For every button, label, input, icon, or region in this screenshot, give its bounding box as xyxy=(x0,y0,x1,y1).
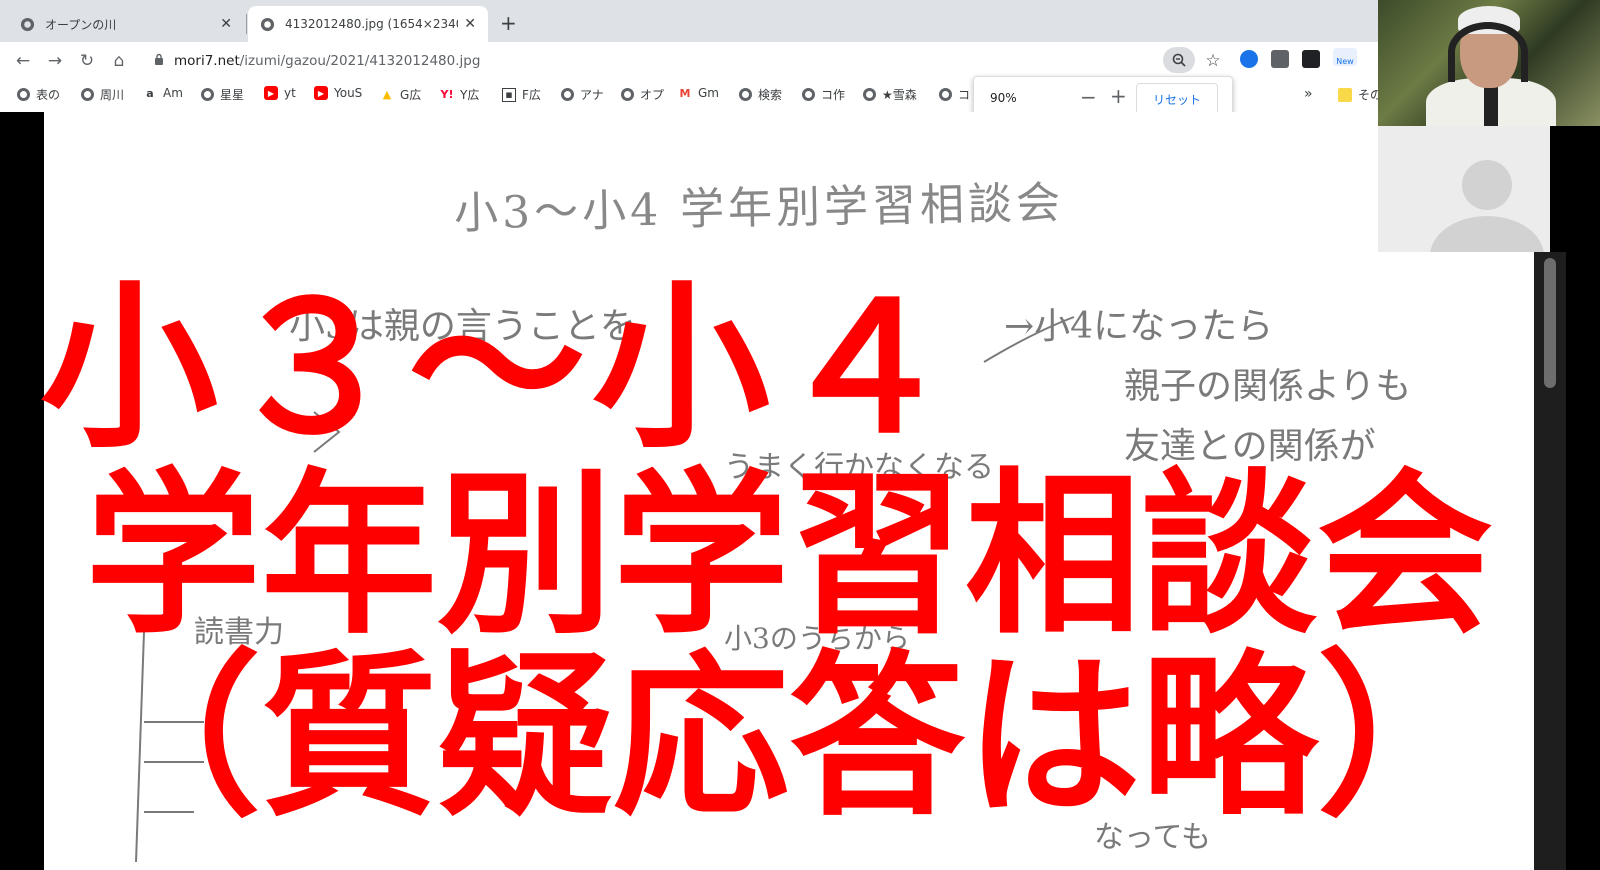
extension-new-icon[interactable]: New xyxy=(1333,48,1357,66)
tab-title: 4132012480.jpg (1654×2340) xyxy=(285,17,459,31)
address-bar[interactable]: mori7.net/izumi/gazou/2021/4132012480.jp… xyxy=(144,47,1212,75)
bookmark-item[interactable]: オプ xyxy=(620,86,664,103)
bookmark-item[interactable]: アナ xyxy=(560,86,604,103)
amazon-icon: a xyxy=(146,86,154,100)
zoom-level: 90% xyxy=(990,91,1017,105)
webcam-participant-placeholder xyxy=(1378,126,1550,252)
globe-icon xyxy=(938,88,952,101)
globe-icon xyxy=(738,88,752,101)
scrollbar-thumb[interactable] xyxy=(1544,258,1556,388)
image-icon: ▪ xyxy=(502,87,516,102)
bookmark-item[interactable]: Y! Y広 xyxy=(440,86,480,103)
tab-image[interactable]: 4132012480.jpg (1654×2340) ✕ xyxy=(248,6,488,42)
globe-icon xyxy=(80,88,94,101)
extension-reader-icon[interactable] xyxy=(1271,50,1289,68)
headset-icon xyxy=(1448,22,1528,82)
bookmarks-more-button[interactable]: » xyxy=(1304,86,1313,102)
extension-bookmark-icon[interactable] xyxy=(1240,50,1258,68)
globe-icon xyxy=(20,17,35,31)
bookmark-item[interactable]: M Gm xyxy=(678,86,719,100)
gmail-icon: M xyxy=(679,86,691,100)
bookmark-item[interactable]: コ xyxy=(938,86,970,103)
bookmark-item[interactable]: 周川 xyxy=(80,86,124,103)
tab-strip: オープンの川 ✕ 4132012480.jpg (1654×2340) ✕ + xyxy=(0,0,1378,42)
url-path: /izumi/gazou/2021/4132012480.jpg xyxy=(239,53,481,69)
tab-river[interactable]: オープンの川 ✕ xyxy=(8,6,247,42)
zoom-magnifier-icon[interactable] xyxy=(1163,47,1195,73)
webcam-presenter xyxy=(1378,0,1600,126)
reload-icon[interactable]: ↻ xyxy=(76,50,98,72)
globe-icon xyxy=(200,88,214,101)
presenter-tie xyxy=(1484,86,1498,126)
youtube-icon: ▶ xyxy=(314,86,328,100)
globe-icon xyxy=(620,88,634,101)
page-left-margin xyxy=(0,112,44,870)
other-bookmarks-folder[interactable]: その xyxy=(1338,86,1382,103)
bookmark-item[interactable]: ▶ yt xyxy=(264,86,296,100)
bookmark-item[interactable]: ★雪森 xyxy=(862,86,917,103)
bookmark-item[interactable]: ▶ YouS xyxy=(314,86,362,100)
bookmark-item[interactable]: コ作 xyxy=(801,86,845,103)
bookmark-item[interactable]: ▪ F広 xyxy=(502,86,541,103)
youtube-icon: ▶ xyxy=(264,86,278,100)
vertical-scrollbar[interactable] xyxy=(1534,252,1566,870)
globe-icon xyxy=(16,88,30,101)
close-icon[interactable]: ✕ xyxy=(220,16,232,32)
zoom-out-button[interactable]: − xyxy=(1080,85,1097,109)
star-icon[interactable]: ☆ xyxy=(1202,50,1224,72)
globe-icon xyxy=(560,88,574,101)
back-arrow-icon[interactable]: ← xyxy=(12,50,34,72)
bookmark-item[interactable]: 星星 xyxy=(200,86,244,103)
globe-icon xyxy=(862,88,876,101)
overlay-caption-line3: （質疑応答は略） xyxy=(84,635,1493,840)
bookmark-item[interactable]: ▲ G広 xyxy=(380,86,422,103)
bookmark-item[interactable]: a Am xyxy=(143,86,183,100)
yahoo-icon: Y! xyxy=(440,88,454,101)
zoom-reset-button[interactable]: リセット xyxy=(1136,83,1218,115)
google-ads-icon: ▲ xyxy=(382,88,392,101)
overlay-caption-line2: 学年別学習相談会 xyxy=(84,453,1493,658)
lock-icon xyxy=(154,53,164,69)
close-icon[interactable]: ✕ xyxy=(464,16,476,32)
globe-icon xyxy=(801,88,815,101)
bookmark-item[interactable]: 表の xyxy=(16,86,60,103)
avatar-head-icon xyxy=(1462,160,1512,210)
folder-icon xyxy=(1338,87,1352,102)
bookmark-item[interactable]: 検索 xyxy=(738,86,782,103)
overlay-caption-line1: 小３〜小４ xyxy=(40,265,960,472)
forward-arrow-icon[interactable]: → xyxy=(44,50,66,72)
zoom-in-button[interactable]: + xyxy=(1110,84,1127,108)
tab-title: オープンの川 xyxy=(45,17,117,32)
url-host: mori7.net xyxy=(174,53,240,69)
globe-icon xyxy=(260,17,275,31)
new-tab-button[interactable]: + xyxy=(500,11,517,35)
home-icon[interactable]: ⌂ xyxy=(108,50,130,72)
avatar-body-icon xyxy=(1430,216,1544,252)
extension-media-icon[interactable] xyxy=(1302,50,1320,68)
webcam-gap xyxy=(1550,126,1600,252)
